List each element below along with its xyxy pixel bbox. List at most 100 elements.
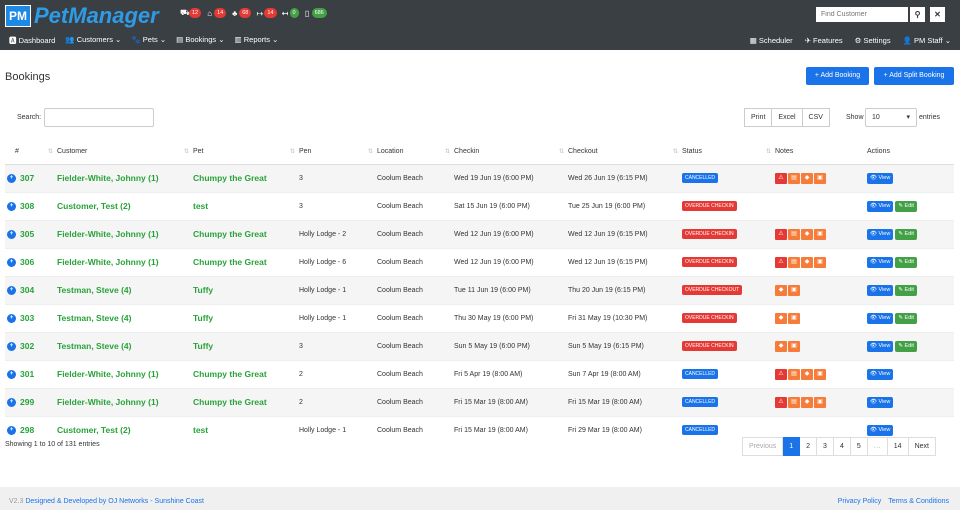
- developer-link[interactable]: Designed & Developed by OJ Networks - Su…: [25, 498, 204, 505]
- warning-note-icon[interactable]: ⚠: [775, 396, 787, 408]
- print-button[interactable]: Print: [744, 108, 773, 127]
- pet-note-icon[interactable]: ◆: [801, 256, 813, 268]
- add-booking-button[interactable]: + Add Booking: [806, 67, 869, 85]
- booking-id[interactable]: +307: [5, 165, 57, 192]
- pet-note-icon[interactable]: ◆: [775, 312, 787, 324]
- customer-link[interactable]: Customer, Test (2): [57, 201, 131, 211]
- search-icon[interactable]: ⚲: [910, 7, 925, 22]
- nav-reports[interactable]: ▥ Reports ⌄: [235, 35, 279, 46]
- counter-pickup[interactable]: ↤ 0: [281, 8, 301, 18]
- next-page-button[interactable]: Next: [908, 437, 936, 456]
- warning-note-icon[interactable]: ⚠: [775, 256, 787, 268]
- view-button[interactable]: 👁 View: [867, 172, 894, 184]
- edit-button[interactable]: ✎ Edit: [895, 256, 917, 268]
- table-row[interactable]: +304 Testman, Steve (4) Tuffy Holly Lodge -…: [5, 275, 954, 304]
- customer-link[interactable]: Fielder-White, Johnny (1): [57, 229, 159, 239]
- expand-row-icon[interactable]: +: [7, 173, 16, 183]
- entries-select[interactable]: 10 ▾: [865, 108, 917, 127]
- excel-button[interactable]: Excel: [772, 108, 803, 127]
- expand-row-icon[interactable]: +: [7, 285, 16, 295]
- booking-id[interactable]: +305: [5, 221, 57, 248]
- edit-button[interactable]: ✎ Edit: [895, 312, 917, 324]
- expand-row-icon[interactable]: +: [7, 341, 16, 351]
- view-button[interactable]: 👁 View: [867, 340, 894, 352]
- warning-note-icon[interactable]: ⚠: [775, 172, 787, 184]
- expand-row-icon[interactable]: +: [7, 397, 16, 407]
- pet-link[interactable]: Chumpy the Great: [193, 397, 267, 407]
- booking-id[interactable]: +308: [5, 193, 57, 220]
- table-row[interactable]: +305 Fielder-White, Johnny (1) Chumpy the …: [5, 219, 954, 248]
- pet-link[interactable]: Tuffy: [193, 285, 213, 295]
- pet-link[interactable]: Chumpy the Great: [193, 257, 267, 267]
- customer-link[interactable]: Testman, Steve (4): [57, 313, 131, 323]
- table-row[interactable]: +307 Fielder-White, Johnny (1) Chumpy the …: [5, 163, 954, 192]
- column-header[interactable]: Notes: [775, 140, 867, 165]
- counter-bell[interactable]: ♣ 68: [230, 8, 253, 18]
- pet-note-icon[interactable]: ◆: [775, 340, 787, 352]
- nav-scheduler[interactable]: ▦ Scheduler: [750, 36, 793, 45]
- column-header[interactable]: Actions: [867, 140, 954, 165]
- expand-row-icon[interactable]: +: [7, 229, 16, 239]
- food-note-icon[interactable]: ▣: [814, 368, 826, 380]
- view-button[interactable]: 👁 View: [867, 368, 894, 380]
- nav-customers[interactable]: 👥 Customers ⌄: [65, 35, 121, 46]
- counter-home[interactable]: ⌂ 14: [205, 8, 228, 18]
- booking-id[interactable]: +306: [5, 249, 57, 276]
- table-row[interactable]: +299 Fielder-White, Johnny (1) Chumpy the …: [5, 387, 954, 416]
- expand-row-icon[interactable]: +: [7, 425, 16, 435]
- note-note-icon[interactable]: ▤: [788, 228, 800, 240]
- pet-note-icon[interactable]: ◆: [801, 396, 813, 408]
- close-icon[interactable]: ✕: [930, 7, 945, 22]
- pet-manager-logo[interactable]: PM Pet Manager: [5, 3, 159, 28]
- warning-note-icon[interactable]: ⚠: [775, 228, 787, 240]
- pet-note-icon[interactable]: ◆: [801, 172, 813, 184]
- food-note-icon[interactable]: ▣: [788, 312, 800, 324]
- customer-link[interactable]: Fielder-White, Johnny (1): [57, 397, 159, 407]
- column-header[interactable]: Checkin ⇅: [454, 140, 568, 165]
- expand-row-icon[interactable]: +: [7, 369, 16, 379]
- customer-link[interactable]: Fielder-White, Johnny (1): [57, 369, 159, 379]
- edit-button[interactable]: ✎ Edit: [895, 200, 917, 212]
- terms-link[interactable]: Terms & Conditions: [888, 498, 949, 505]
- column-header[interactable]: Checkout ⇅: [568, 140, 682, 165]
- food-note-icon[interactable]: ▣: [814, 172, 826, 184]
- nav-settings[interactable]: ⚙ Settings: [855, 36, 891, 45]
- customer-link[interactable]: Testman, Steve (4): [57, 341, 131, 351]
- expand-row-icon[interactable]: +: [7, 313, 16, 323]
- note-note-icon[interactable]: ▤: [788, 396, 800, 408]
- pet-link[interactable]: Chumpy the Great: [193, 369, 267, 379]
- food-note-icon[interactable]: ▣: [814, 256, 826, 268]
- pet-link[interactable]: Tuffy: [193, 341, 213, 351]
- previous-page-button[interactable]: Previous: [742, 437, 784, 456]
- view-button[interactable]: 👁 View: [867, 424, 894, 436]
- column-header[interactable]: Pen ⇅: [299, 140, 377, 165]
- page-14-button[interactable]: 14: [887, 437, 909, 456]
- column-header[interactable]: Location ⇅: [377, 140, 454, 165]
- food-note-icon[interactable]: ▣: [788, 284, 800, 296]
- pet-link[interactable]: Chumpy the Great: [193, 229, 267, 239]
- counter-phone[interactable]: ▯ 686: [303, 8, 329, 18]
- view-button[interactable]: 👁 View: [867, 200, 894, 212]
- page-4-button[interactable]: 4: [833, 437, 851, 456]
- nav-features[interactable]: ✈ Features: [805, 36, 843, 45]
- page-3-button[interactable]: 3: [817, 437, 834, 456]
- table-row[interactable]: +303 Testman, Steve (4) Tuffy Holly Lodge -…: [5, 303, 954, 332]
- pet-note-icon[interactable]: ◆: [801, 368, 813, 380]
- nav-pets[interactable]: 🐾 Pets ⌄: [131, 35, 166, 46]
- counter-dropoff[interactable]: ↦ 14: [255, 8, 278, 18]
- page-2-button[interactable]: 2: [800, 437, 818, 456]
- view-button[interactable]: 👁 View: [867, 228, 894, 240]
- edit-button[interactable]: ✎ Edit: [895, 340, 917, 352]
- customer-link[interactable]: Testman, Steve (4): [57, 285, 131, 295]
- table-row[interactable]: +308 Customer, Test (2) test 3 Coolum Beach S…: [5, 191, 954, 220]
- table-row[interactable]: +302 Testman, Steve (4) Tuffy 3 Coolum Beach…: [5, 331, 954, 360]
- food-note-icon[interactable]: ▣: [788, 340, 800, 352]
- booking-id[interactable]: +301: [5, 361, 57, 388]
- edit-button[interactable]: ✎ Edit: [895, 284, 917, 296]
- column-header[interactable]: Pet ⇅: [193, 140, 299, 165]
- csv-button[interactable]: CSV: [802, 108, 830, 127]
- counter-car[interactable]: ⛟ 12: [180, 8, 203, 18]
- table-search-input[interactable]: [44, 108, 154, 127]
- nav-bookings[interactable]: ▤ Bookings ⌄: [176, 35, 224, 46]
- add-split-booking-button[interactable]: + Add Split Booking: [874, 67, 954, 85]
